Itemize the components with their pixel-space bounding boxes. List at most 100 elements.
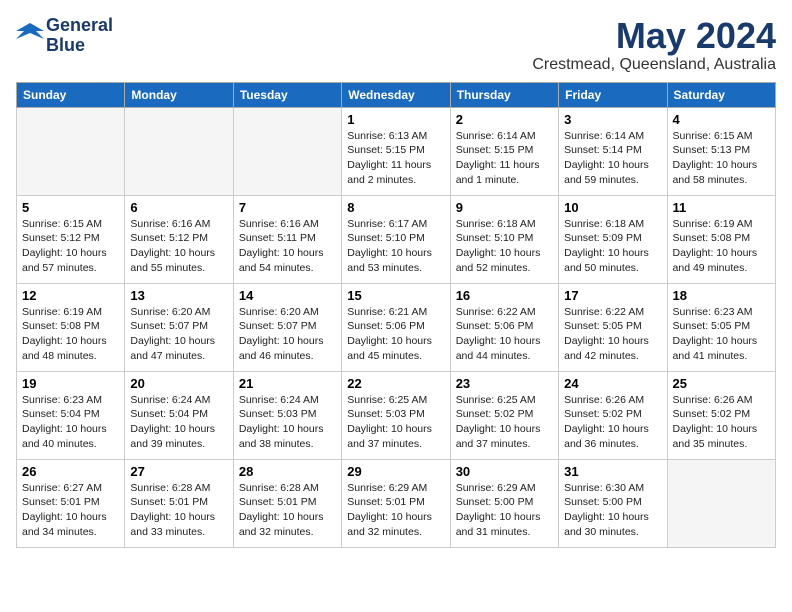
calendar-cell: 5 Sunrise: 6:15 AM Sunset: 5:12 PM Daylig…	[17, 195, 125, 283]
calendar-cell: 23Sunrise: 6:25 AM Sunset: 5:02 PM Dayli…	[450, 371, 558, 459]
calendar-cell: 27 Sunrise: 6:28 AM Sunset: 5:01 PM Dayli…	[125, 459, 233, 547]
week-row: 26 Sunrise: 6:27 AM Sunset: 5:01 PM Dayli…	[17, 459, 776, 547]
week-row: 1 Sunrise: 6:13 AM Sunset: 5:15 PM Daylig…	[17, 107, 776, 195]
day-number: 26	[22, 464, 119, 479]
title-block: May 2024 Crestmead, Queensland, Australi…	[532, 16, 776, 74]
calendar-cell: 14 Sunrise: 6:20 AM Sunset: 5:07 PM Dayli…	[233, 283, 341, 371]
calendar-cell: 19 Sunrise: 6:23 AM Sunset: 5:04 PM Dayli…	[17, 371, 125, 459]
calendar-cell	[667, 459, 775, 547]
location-title: Crestmead, Queensland, Australia	[532, 56, 776, 74]
weekday-header: Tuesday	[233, 82, 341, 107]
day-number: 11	[673, 200, 770, 215]
day-number: 1	[347, 112, 444, 127]
day-info: Sunrise: 6:14 AM Sunset: 5:14 PM Dayligh…	[564, 129, 661, 188]
calendar-cell: 10Sunrise: 6:18 AM Sunset: 5:09 PM Dayli…	[559, 195, 667, 283]
calendar-cell: 12 Sunrise: 6:19 AM Sunset: 5:08 PM Dayli…	[17, 283, 125, 371]
day-number: 18	[673, 288, 770, 303]
day-number: 28	[239, 464, 336, 479]
day-number: 30	[456, 464, 553, 479]
day-number: 25	[673, 376, 770, 391]
day-number: 12	[22, 288, 119, 303]
day-info: Sunrise: 6:28 AM Sunset: 5:01 PM Dayligh…	[239, 481, 336, 540]
calendar-cell: 13 Sunrise: 6:20 AM Sunset: 5:07 PM Dayli…	[125, 283, 233, 371]
day-number: 14	[239, 288, 336, 303]
day-number: 24	[564, 376, 661, 391]
calendar-cell: 22 Sunrise: 6:25 AM Sunset: 5:03 PM Dayli…	[342, 371, 450, 459]
calendar-table: SundayMondayTuesdayWednesdayThursdayFrid…	[16, 82, 776, 548]
week-row: 5 Sunrise: 6:15 AM Sunset: 5:12 PM Daylig…	[17, 195, 776, 283]
day-number: 19	[22, 376, 119, 391]
day-info: Sunrise: 6:15 AM Sunset: 5:12 PM Dayligh…	[22, 217, 119, 276]
calendar-cell: 11Sunrise: 6:19 AM Sunset: 5:08 PM Dayli…	[667, 195, 775, 283]
day-number: 15	[347, 288, 444, 303]
day-info: Sunrise: 6:28 AM Sunset: 5:01 PM Dayligh…	[130, 481, 227, 540]
day-number: 10	[564, 200, 661, 215]
day-info: Sunrise: 6:26 AM Sunset: 5:02 PM Dayligh…	[564, 393, 661, 452]
calendar-cell: 30Sunrise: 6:29 AM Sunset: 5:00 PM Dayli…	[450, 459, 558, 547]
day-number: 31	[564, 464, 661, 479]
day-number: 23	[456, 376, 553, 391]
day-number: 4	[673, 112, 770, 127]
weekday-header: Saturday	[667, 82, 775, 107]
calendar-cell: 6 Sunrise: 6:16 AM Sunset: 5:12 PM Daylig…	[125, 195, 233, 283]
day-info: Sunrise: 6:13 AM Sunset: 5:15 PM Dayligh…	[347, 129, 444, 188]
calendar-cell: 1 Sunrise: 6:13 AM Sunset: 5:15 PM Daylig…	[342, 107, 450, 195]
day-info: Sunrise: 6:20 AM Sunset: 5:07 PM Dayligh…	[130, 305, 227, 364]
day-number: 17	[564, 288, 661, 303]
calendar-cell: 9 Sunrise: 6:18 AM Sunset: 5:10 PM Daylig…	[450, 195, 558, 283]
day-info: Sunrise: 6:14 AM Sunset: 5:15 PM Dayligh…	[456, 129, 553, 188]
calendar-cell: 4 Sunrise: 6:15 AM Sunset: 5:13 PM Daylig…	[667, 107, 775, 195]
day-number: 27	[130, 464, 227, 479]
day-info: Sunrise: 6:24 AM Sunset: 5:04 PM Dayligh…	[130, 393, 227, 452]
calendar-cell: 2Sunrise: 6:14 AM Sunset: 5:15 PM Daylig…	[450, 107, 558, 195]
calendar-cell: 26 Sunrise: 6:27 AM Sunset: 5:01 PM Dayli…	[17, 459, 125, 547]
day-info: Sunrise: 6:22 AM Sunset: 5:05 PM Dayligh…	[564, 305, 661, 364]
day-number: 6	[130, 200, 227, 215]
day-info: Sunrise: 6:16 AM Sunset: 5:11 PM Dayligh…	[239, 217, 336, 276]
logo-icon	[16, 21, 44, 45]
week-row: 19 Sunrise: 6:23 AM Sunset: 5:04 PM Dayli…	[17, 371, 776, 459]
month-title: May 2024	[532, 16, 776, 56]
day-number: 3	[564, 112, 661, 127]
day-number: 20	[130, 376, 227, 391]
calendar-cell	[125, 107, 233, 195]
day-number: 5	[22, 200, 119, 215]
weekday-header: Sunday	[17, 82, 125, 107]
calendar-cell: 29Sunrise: 6:29 AM Sunset: 5:01 PM Dayli…	[342, 459, 450, 547]
calendar-cell: 21Sunrise: 6:24 AM Sunset: 5:03 PM Dayli…	[233, 371, 341, 459]
calendar-cell: 20 Sunrise: 6:24 AM Sunset: 5:04 PM Dayli…	[125, 371, 233, 459]
logo-text-line2: Blue	[46, 36, 113, 56]
day-number: 29	[347, 464, 444, 479]
day-info: Sunrise: 6:20 AM Sunset: 5:07 PM Dayligh…	[239, 305, 336, 364]
calendar-cell: 28 Sunrise: 6:28 AM Sunset: 5:01 PM Dayli…	[233, 459, 341, 547]
weekday-header: Wednesday	[342, 82, 450, 107]
day-number: 9	[456, 200, 553, 215]
day-info: Sunrise: 6:24 AM Sunset: 5:03 PM Dayligh…	[239, 393, 336, 452]
calendar-cell: 31 Sunrise: 6:30 AM Sunset: 5:00 PM Dayli…	[559, 459, 667, 547]
weekday-header: Friday	[559, 82, 667, 107]
weekday-header: Thursday	[450, 82, 558, 107]
day-number: 22	[347, 376, 444, 391]
day-info: Sunrise: 6:23 AM Sunset: 5:05 PM Dayligh…	[673, 305, 770, 364]
page-header: General Blue May 2024 Crestmead, Queensl…	[16, 16, 776, 74]
day-info: Sunrise: 6:23 AM Sunset: 5:04 PM Dayligh…	[22, 393, 119, 452]
calendar-cell	[17, 107, 125, 195]
day-info: Sunrise: 6:22 AM Sunset: 5:06 PM Dayligh…	[456, 305, 553, 364]
calendar-cell: 16Sunrise: 6:22 AM Sunset: 5:06 PM Dayli…	[450, 283, 558, 371]
day-info: Sunrise: 6:18 AM Sunset: 5:10 PM Dayligh…	[456, 217, 553, 276]
day-info: Sunrise: 6:27 AM Sunset: 5:01 PM Dayligh…	[22, 481, 119, 540]
calendar-cell: 7 Sunrise: 6:16 AM Sunset: 5:11 PM Daylig…	[233, 195, 341, 283]
calendar-cell: 17 Sunrise: 6:22 AM Sunset: 5:05 PM Dayli…	[559, 283, 667, 371]
calendar-cell	[233, 107, 341, 195]
day-info: Sunrise: 6:30 AM Sunset: 5:00 PM Dayligh…	[564, 481, 661, 540]
calendar-cell: 18 Sunrise: 6:23 AM Sunset: 5:05 PM Dayli…	[667, 283, 775, 371]
calendar-cell: 25Sunrise: 6:26 AM Sunset: 5:02 PM Dayli…	[667, 371, 775, 459]
day-number: 13	[130, 288, 227, 303]
day-info: Sunrise: 6:25 AM Sunset: 5:03 PM Dayligh…	[347, 393, 444, 452]
logo-text-line1: General	[46, 16, 113, 36]
calendar-cell: 15Sunrise: 6:21 AM Sunset: 5:06 PM Dayli…	[342, 283, 450, 371]
day-info: Sunrise: 6:19 AM Sunset: 5:08 PM Dayligh…	[22, 305, 119, 364]
day-number: 7	[239, 200, 336, 215]
day-info: Sunrise: 6:15 AM Sunset: 5:13 PM Dayligh…	[673, 129, 770, 188]
day-info: Sunrise: 6:16 AM Sunset: 5:12 PM Dayligh…	[130, 217, 227, 276]
